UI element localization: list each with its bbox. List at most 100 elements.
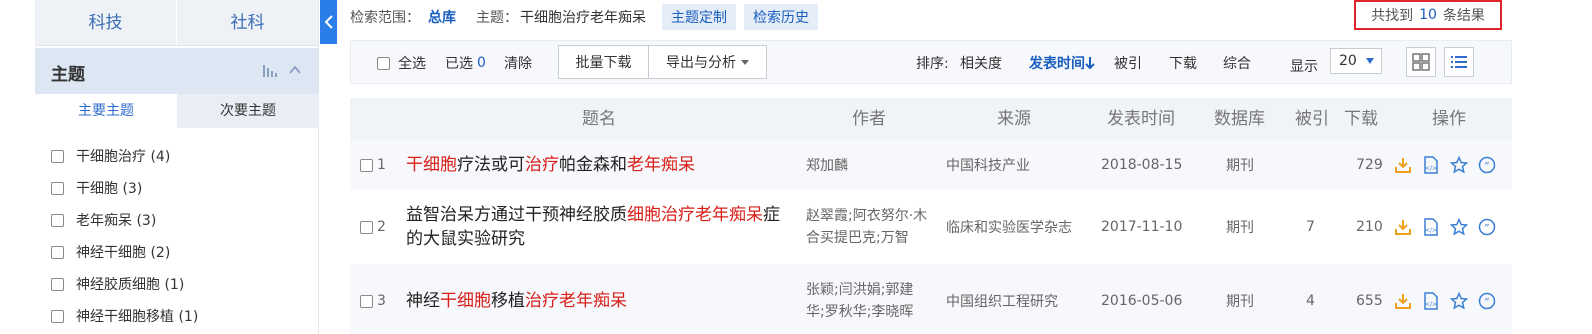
quote-icon[interactable]: ” — [1478, 156, 1496, 174]
source[interactable]: 中国科技产业 — [946, 140, 1030, 190]
download-icon[interactable] — [1394, 156, 1412, 174]
star-icon[interactable] — [1450, 156, 1468, 174]
row-select[interactable]: 1 — [360, 140, 386, 190]
source[interactable]: 中国组织工程研究 — [946, 264, 1058, 334]
checkbox[interactable] — [51, 309, 64, 323]
tab-social[interactable]: 社科 — [176, 0, 318, 46]
topic-item[interactable]: 神经胶质细胞 (1) — [51, 268, 198, 300]
selected-number[interactable]: 0 — [477, 55, 486, 71]
quote-icon[interactable]: ” — [1478, 218, 1496, 236]
topic-custom-button[interactable]: 主题定制 — [662, 4, 736, 30]
search-results-page: 科技 社科 主题 主要主题 次要主题 干细胞治疗 (4) 干细胞 (3) 老年痴… — [0, 0, 1592, 334]
col-source: 来源 — [997, 109, 1031, 129]
author[interactable]: 张颖;闫洪娟;郭建华;罗秋华;李晓晖 — [806, 264, 928, 334]
scope-label: 检索范围： — [350, 10, 420, 26]
search-history-button[interactable]: 检索历史 — [744, 4, 818, 30]
cited-count[interactable]: 4 — [1306, 264, 1315, 334]
title-keyword-highlight: 治疗 — [525, 155, 559, 175]
database: 期刊 — [1226, 158, 1254, 174]
row-actions: </> ” — [1394, 218, 1496, 236]
checkbox[interactable] — [51, 277, 64, 291]
topic-group-header[interactable]: 主题 — [35, 48, 319, 94]
source[interactable]: 临床和实验医学杂志 — [946, 190, 1072, 264]
database: 期刊 — [1226, 294, 1254, 310]
svg-text:</>: </> — [1425, 301, 1437, 308]
article-title-link[interactable]: 干细胞疗法或可治疗帕金森和老年痴呆 — [406, 140, 791, 190]
checkbox[interactable] — [51, 181, 64, 195]
article-title-link[interactable]: 益智治呆方通过干预神经胶质细胞治疗老年痴呆症的大鼠实验研究 — [406, 190, 791, 264]
topic-label: 神经干细胞移植 (1) — [76, 309, 199, 325]
title-keyword-highlight: 干细胞 — [440, 291, 491, 311]
batch-download-button[interactable]: 批量下载 — [558, 45, 649, 79]
star-icon[interactable] — [1450, 292, 1468, 310]
topic-label: 干细胞 (3) — [76, 181, 143, 197]
star-icon[interactable] — [1450, 218, 1468, 236]
arrow-down-icon — [1085, 57, 1095, 70]
collapse-sidebar-button[interactable] — [320, 0, 337, 44]
bar-chart-icon[interactable] — [262, 62, 280, 80]
row-actions: </> ” — [1394, 156, 1496, 174]
html-read-icon[interactable]: </> — [1422, 156, 1440, 174]
html-read-icon[interactable]: </> — [1422, 218, 1440, 236]
topic-item[interactable]: 干细胞治疗 (4) — [51, 140, 198, 172]
sort-cited[interactable]: 被引 — [1114, 41, 1142, 85]
sidebar: 科技 社科 主题 主要主题 次要主题 干细胞治疗 (4) 干细胞 (3) 老年痴… — [35, 0, 319, 334]
topic-item[interactable]: 神经干细胞 (2) — [51, 236, 198, 268]
title-keyword-highlight: 干细胞 — [406, 155, 457, 175]
checkbox[interactable] — [377, 56, 390, 70]
clear-link[interactable]: 清除 — [504, 41, 532, 85]
row-select[interactable]: 2 — [360, 190, 386, 264]
row-actions: </> ” — [1394, 292, 1496, 310]
download-icon[interactable] — [1394, 218, 1412, 236]
topic-item[interactable]: 老年痴呆 (3) — [51, 204, 198, 236]
caret-down-icon — [1365, 58, 1374, 64]
checkbox[interactable] — [51, 213, 64, 227]
checkbox[interactable] — [360, 158, 373, 172]
checkbox[interactable] — [360, 220, 373, 234]
topic-group-title: 主题 — [51, 65, 85, 85]
scope-value-link[interactable]: 总库 — [428, 7, 456, 27]
article-title: 神经干细胞移植治疗老年痴呆 — [406, 289, 627, 313]
cited-count[interactable]: 7 — [1306, 190, 1315, 264]
sort-date-label: 发表时间 — [1029, 56, 1085, 72]
checkbox[interactable] — [51, 149, 64, 163]
list-view-button[interactable] — [1444, 47, 1474, 77]
download-icon[interactable] — [1394, 292, 1412, 310]
author[interactable]: 赵翠霞;阿衣努尔·木合买提巴克;万智 — [806, 190, 938, 264]
topic-item[interactable]: 干细胞 (3) — [51, 172, 198, 204]
checkbox[interactable] — [51, 245, 64, 259]
download-count: 655 — [1356, 293, 1383, 309]
database: 期刊 — [1226, 220, 1254, 236]
title-text: 益智治呆方通过干预神经胶质 — [406, 205, 627, 225]
sort-composite[interactable]: 综合 — [1223, 41, 1251, 85]
svg-text:”: ” — [1484, 223, 1489, 234]
checkbox[interactable] — [360, 294, 373, 308]
article-title-link[interactable]: 神经干细胞移植治疗老年痴呆 — [406, 264, 791, 334]
title-keyword-highlight: 老年痴呆 — [627, 155, 695, 175]
tab-main-topic[interactable]: 主要主题 — [35, 94, 177, 128]
tab-tech[interactable]: 科技 — [35, 0, 176, 46]
title-text: 疗法或可 — [457, 155, 525, 175]
topic-item[interactable]: 神经干细胞移植 (1) — [51, 300, 198, 332]
author[interactable]: 郑加麟 — [806, 140, 848, 190]
sort-download[interactable]: 下载 — [1169, 41, 1197, 85]
page-size-select[interactable]: 20 — [1330, 48, 1382, 74]
selected-count: 已选 0 — [445, 41, 486, 85]
sort-date[interactable]: 发表时间 — [1029, 41, 1095, 85]
chevron-up-icon[interactable] — [287, 62, 303, 78]
select-all[interactable]: 全选 — [377, 41, 426, 85]
chevron-left-icon — [324, 15, 333, 29]
topic-label: 主题： — [476, 10, 518, 26]
title-keyword-highlight: 细胞治疗老年痴呆 — [627, 205, 763, 225]
row-select[interactable]: 3 — [360, 264, 386, 334]
col-database: 数据库 — [1214, 109, 1265, 129]
export-analysis-dropdown[interactable]: 导出与分析 — [648, 45, 767, 79]
col-actions: 操作 — [1432, 109, 1466, 129]
sort-relevance[interactable]: 相关度 — [960, 41, 1002, 85]
quote-icon[interactable]: ” — [1478, 292, 1496, 310]
tab-secondary-topic[interactable]: 次要主题 — [177, 94, 319, 128]
result-count-box: 共找到 10 条结果 — [1354, 0, 1502, 30]
html-read-icon[interactable]: </> — [1422, 292, 1440, 310]
display-label: 显示 — [1290, 59, 1318, 75]
grid-view-button[interactable] — [1406, 47, 1436, 77]
